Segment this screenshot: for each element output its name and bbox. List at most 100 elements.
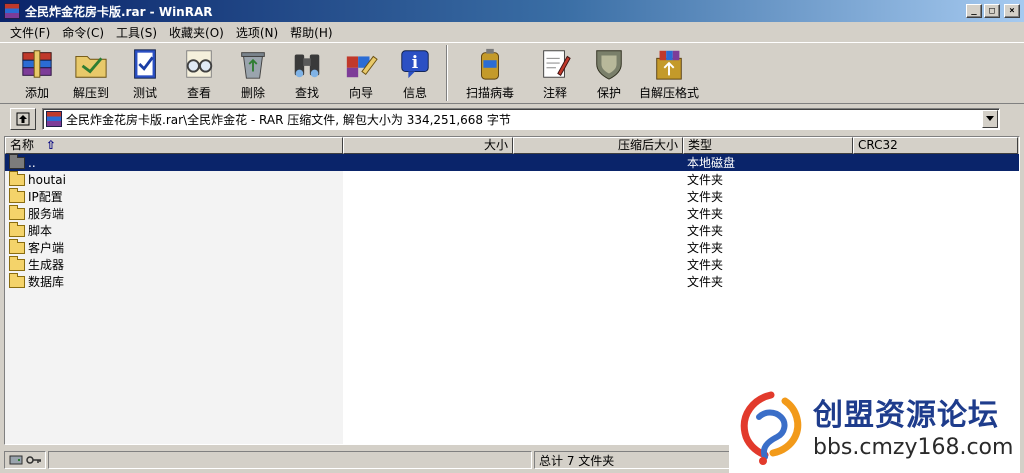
maximize-button[interactable]: □ <box>984 4 1000 18</box>
row-name: houtai <box>28 172 66 187</box>
virus-scan-label: 扫描病毒 <box>465 86 514 100</box>
title-bar: 全民炸金花房卡版.rar - WinRAR _ □ × <box>0 0 1024 22</box>
comment-button[interactable]: 注释 <box>528 43 582 101</box>
table-row[interactable]: 客户端 文件夹 <box>5 238 1019 256</box>
books-stack-icon <box>22 50 52 78</box>
rar-archive-icon <box>46 111 62 127</box>
table-row[interactable]: 脚本 文件夹 <box>5 221 1019 239</box>
find-label: 查找 <box>294 86 319 100</box>
column-type-header[interactable]: 类型 <box>683 137 853 154</box>
sfx-label: 自解压格式 <box>638 86 699 100</box>
view-label: 查看 <box>186 86 211 100</box>
extract-to-button[interactable]: 解压到 <box>64 43 118 101</box>
wizard-icon <box>346 55 378 78</box>
protect-button[interactable]: 保护 <box>582 43 636 101</box>
test-button[interactable]: 测试 <box>118 43 172 101</box>
row-name-cell: 服务端 <box>5 204 343 222</box>
watermark: 创盟资源论坛 bbs.cmzy168.com <box>729 385 1020 473</box>
row-name-cell: houtai <box>5 170 343 187</box>
svg-text:i: i <box>412 53 419 73</box>
menu-commands[interactable]: 命令(C) <box>56 22 110 43</box>
address-dropdown-button[interactable] <box>982 110 998 128</box>
sfx-button[interactable]: 自解压格式 <box>636 43 702 101</box>
add-button[interactable]: 添加 <box>10 43 64 101</box>
menu-favorites[interactable]: 收藏夹(O) <box>163 22 230 43</box>
column-name-label: 名称 <box>10 138 35 152</box>
watermark-name: 创盟资源论坛 <box>813 398 999 433</box>
recycle-bin-icon <box>241 52 265 79</box>
wizard-label: 向导 <box>348 86 373 100</box>
row-type: 文件夹 <box>687 207 724 221</box>
key-lock-icon[interactable] <box>26 454 42 466</box>
table-row[interactable]: 生成器 文件夹 <box>5 255 1019 273</box>
test-label: 测试 <box>132 86 157 100</box>
table-row[interactable]: houtai 文件夹 <box>5 170 1019 188</box>
add-label: 添加 <box>24 86 49 100</box>
virus-scan-icon <box>481 48 499 80</box>
menu-help[interactable]: 帮助(H) <box>284 22 338 43</box>
chevron-down-icon <box>986 116 994 121</box>
comment-icon <box>543 50 571 78</box>
delete-label: 删除 <box>240 86 265 100</box>
folder-icon <box>9 272 25 288</box>
address-field[interactable]: 全民炸金花房卡版.rar\全民炸金花 - RAR 压缩文件, 解包大小为 334… <box>42 108 1000 130</box>
comment-label: 注释 <box>542 86 567 100</box>
toolbar: 添加 解压到 测试 查看 删除 查找 向导 i 信息 扫描病毒 注释 保护 自解… <box>0 42 1024 104</box>
minimize-button[interactable]: _ <box>966 4 982 18</box>
menu-options[interactable]: 选项(N) <box>230 22 284 43</box>
up-folder-button[interactable] <box>10 108 36 130</box>
find-button[interactable]: 查找 <box>280 43 334 101</box>
drive-icon[interactable] <box>9 454 23 466</box>
close-button[interactable]: × <box>1004 4 1020 18</box>
table-row[interactable]: IP配置 文件夹 <box>5 187 1019 205</box>
table-row[interactable]: 服务端 文件夹 <box>5 204 1019 222</box>
menu-file[interactable]: 文件(F) <box>4 22 56 43</box>
row-type: 文件夹 <box>687 258 724 272</box>
wizard-button[interactable]: 向导 <box>334 43 388 101</box>
winrar-app-icon[interactable] <box>4 3 20 19</box>
column-crc-header[interactable]: CRC32 <box>853 137 1018 154</box>
folder-icon <box>9 204 25 220</box>
folder-icon <box>9 255 25 271</box>
virus-scan-button[interactable]: 扫描病毒 <box>452 43 528 101</box>
row-type: 文件夹 <box>687 241 724 255</box>
view-button[interactable]: 查看 <box>172 43 226 101</box>
status-icons <box>4 451 46 469</box>
folder-up-icon <box>9 153 25 169</box>
column-name-header[interactable]: 名称 ⇧ <box>5 137 343 154</box>
row-name-cell: 数据库 <box>5 272 343 290</box>
row-name-cell: 客户端 <box>5 238 343 256</box>
row-type: 文件夹 <box>687 173 724 187</box>
binoculars-icon <box>294 54 320 78</box>
table-row[interactable]: 数据库 文件夹 <box>5 272 1019 290</box>
sort-ascending-icon: ⇧ <box>45 138 56 152</box>
row-name-cell: IP配置 <box>5 187 343 205</box>
menu-tools[interactable]: 工具(S) <box>110 22 163 43</box>
row-type: 文件夹 <box>687 224 724 238</box>
shield-icon <box>596 50 622 80</box>
status-selection <box>48 451 532 469</box>
folder-icon <box>9 221 25 237</box>
toolbar-separator <box>446 45 448 101</box>
row-type: 文件夹 <box>687 275 724 289</box>
row-name: .. <box>28 155 36 170</box>
table-row[interactable]: .. 本地磁盘 <box>5 153 1019 171</box>
row-name-cell: .. <box>5 153 343 170</box>
delete-button[interactable]: 删除 <box>226 43 280 101</box>
row-name: 客户端 <box>28 241 65 255</box>
watermark-text: 创盟资源论坛 bbs.cmzy168.com <box>813 397 1013 461</box>
menu-bar: 文件(F) 命令(C) 工具(S) 收藏夹(O) 选项(N) 帮助(H) <box>0 22 1024 42</box>
column-packed-header[interactable]: 压缩后大小 <box>513 137 683 154</box>
address-text: 全民炸金花房卡版.rar\全民炸金花 - RAR 压缩文件, 解包大小为 334… <box>66 112 511 127</box>
folder-icon <box>9 170 25 186</box>
folder-extract-icon <box>75 55 107 78</box>
protect-label: 保护 <box>596 86 621 100</box>
row-name: IP配置 <box>28 190 63 204</box>
row-name: 服务端 <box>28 207 65 221</box>
extract-to-label: 解压到 <box>72 86 109 100</box>
info-button[interactable]: i 信息 <box>388 43 442 101</box>
folder-icon <box>9 238 25 254</box>
watermark-url: bbs.cmzy168.com <box>813 435 1014 460</box>
info-label: 信息 <box>402 86 427 100</box>
column-size-header[interactable]: 大小 <box>343 137 513 154</box>
